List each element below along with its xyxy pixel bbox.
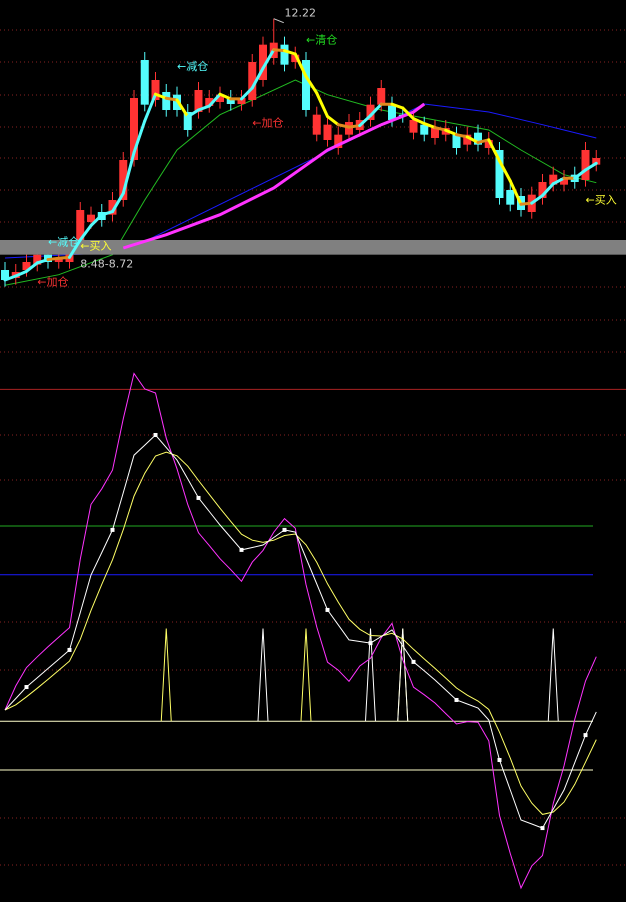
candle [302,52,310,117]
k-marker [454,697,459,702]
k-marker [153,432,158,437]
annotation-label: ←买入 [586,193,617,206]
k-line [4,434,597,829]
k-marker [540,826,545,831]
candle [431,120,439,145]
candle-body [377,88,386,105]
ma-short-segment [315,91,329,118]
candle [592,150,601,172]
signal-spike [547,628,559,722]
k-marker [110,527,115,532]
candle [183,104,192,137]
k-marker [411,659,416,664]
candle [323,116,332,147]
candle [269,18,278,65]
j-line [4,372,597,890]
annotation-label: ←减仓 [48,234,79,248]
ma-short-segment [272,48,286,53]
candle [581,142,590,187]
candle [495,142,504,205]
candle-body [140,60,149,105]
annotation-label: ←加仓 [37,274,68,288]
ma-short-segment [164,96,179,102]
ma-short-segment [326,114,340,127]
candle-body [388,104,396,120]
k-marker [67,647,72,652]
grid-lines [0,29,626,866]
k-marker [325,607,330,612]
k-marker [583,733,588,738]
k-marker [24,685,29,690]
ma-short-segment [46,256,61,262]
annotation-label: 12.22 [285,7,317,20]
k-marker [282,527,287,532]
candle [140,52,149,112]
candle-body [323,124,332,140]
candle [452,126,461,155]
candle-body [581,150,590,180]
annotation-label: ←清仓 [306,32,337,46]
k-marker [368,641,373,646]
k-marker [497,757,502,762]
candle [334,126,343,155]
candle-body [312,114,321,135]
candle-body [280,44,289,65]
stock-chart: ←减仓←清仓←加仓12.22←减仓 ←买入8.48-8.72←加仓←买入 [0,7,626,890]
signal-spike [257,628,269,722]
k-marker [196,495,201,500]
k-marker [239,547,244,552]
candle-body [162,92,171,110]
max-high-pointer [273,18,284,24]
candle [1,262,9,287]
ma-short-segment [347,124,362,129]
candle [280,36,289,72]
annotation-label: ←减仓 [177,59,208,73]
candle-body [506,190,515,205]
candle [420,116,429,142]
annotation-label: ←加仓 [252,116,283,130]
signal-spike [160,628,172,722]
candle [312,106,321,142]
ma-short-segment [519,201,534,206]
d-line [4,451,597,815]
signal-spike [300,628,312,722]
ma-short-segment [57,255,71,260]
candle-body [409,120,418,133]
annotation-label: 8.48-8.72 [80,257,133,270]
annotation-label: ←买入 [80,239,111,252]
price-panel: ←减仓←清仓←加仓12.22←减仓 ←买入8.48-8.72←加仓←买入 [0,7,626,288]
candle [538,174,547,205]
candle [162,84,171,117]
indicator-panel [0,372,626,890]
